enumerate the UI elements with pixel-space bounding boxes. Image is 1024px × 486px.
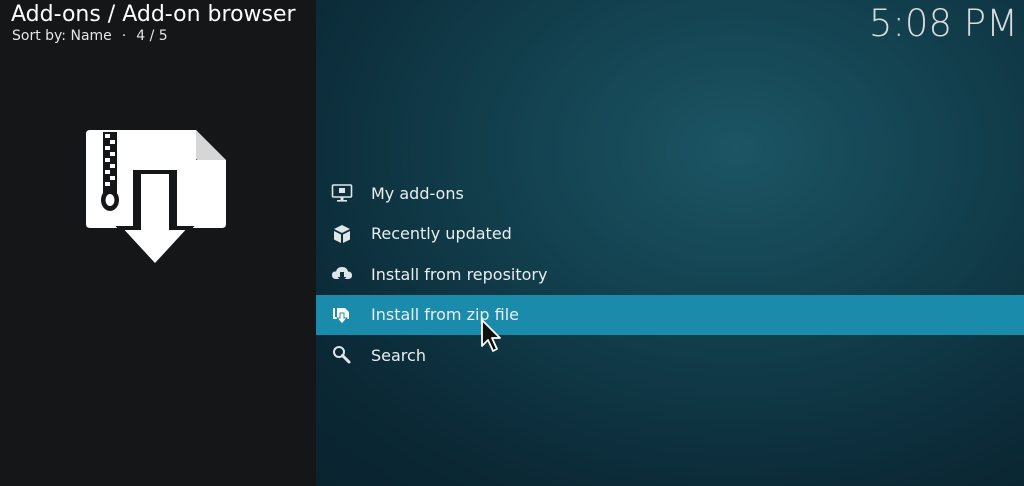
menu-item-install-from-zip-file[interactable]: Install from zip file <box>316 294 1024 335</box>
menu-item-label: Search <box>371 345 426 365</box>
sort-label[interactable]: Sort by: Name <box>12 28 112 44</box>
menu-item-label: My add-ons <box>371 183 464 203</box>
menu-item-search[interactable]: Search <box>316 335 1024 376</box>
menu-item-label: Recently updated <box>371 224 512 244</box>
menu-item-label: Install from repository <box>371 264 548 284</box>
menu-item-my-addons[interactable]: My add-ons <box>316 173 1024 214</box>
addon-menu-list: My add-ons Recently updated Install from… <box>316 173 1024 376</box>
zip-install-icon <box>331 304 353 326</box>
separator: · <box>121 28 127 44</box>
mouse-pointer-icon <box>481 319 501 352</box>
page-title: Add-ons / Add-on browser <box>11 2 296 27</box>
cloud-download-icon <box>331 263 353 285</box>
box-icon <box>331 223 353 245</box>
addon-browser-window: Add-ons / Add-on browser Sort by: Name · 4… <box>0 0 1024 486</box>
item-position: 4 / 5 <box>136 28 168 44</box>
sort-info: Sort by: Name · 4 / 5 <box>12 28 168 44</box>
monitor-box-icon <box>331 182 353 204</box>
menu-item-recently-updated[interactable]: Recently updated <box>316 214 1024 255</box>
zip-download-icon <box>86 130 226 269</box>
clock: 5:08 PM <box>868 2 1018 45</box>
menu-item-install-from-repository[interactable]: Install from repository <box>316 254 1024 295</box>
search-icon <box>331 344 353 366</box>
